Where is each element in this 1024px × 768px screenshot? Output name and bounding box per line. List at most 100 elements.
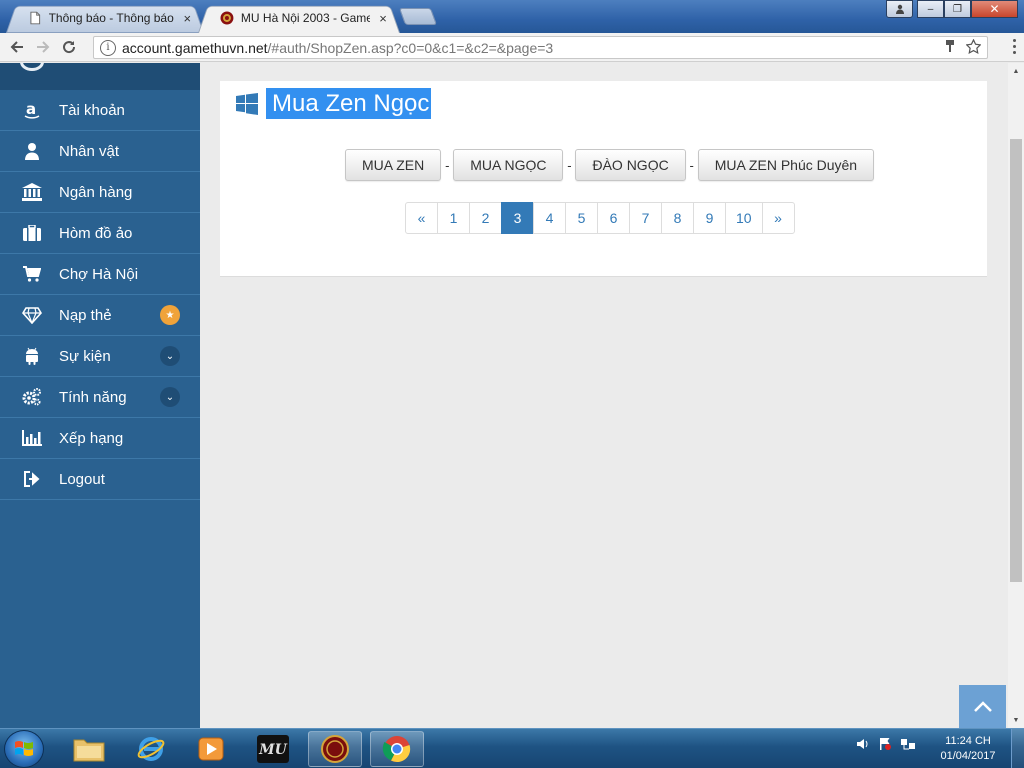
chrome-icon bbox=[382, 736, 411, 763]
reload-button[interactable] bbox=[56, 34, 82, 60]
pagination-page-2[interactable]: 2 bbox=[469, 202, 502, 234]
sidebar-item-label: Hòm đồ ảo bbox=[59, 224, 133, 242]
briefcase-icon bbox=[22, 223, 42, 243]
pagination-page-4[interactable]: 4 bbox=[533, 202, 566, 234]
pagination-page-6[interactable]: 6 bbox=[597, 202, 630, 234]
star-icon[interactable] bbox=[966, 39, 981, 54]
separator: - bbox=[567, 157, 572, 173]
chevron-up-icon bbox=[973, 701, 992, 712]
page-icon bbox=[30, 11, 41, 25]
system-tray bbox=[856, 737, 916, 751]
back-button[interactable] bbox=[4, 34, 30, 60]
bar-chart-icon bbox=[22, 428, 42, 448]
separator: - bbox=[689, 157, 694, 173]
star-badge-icon: ★ bbox=[160, 305, 180, 325]
sidebar-item-nap-the[interactable]: Nạp thẻ ★ bbox=[0, 295, 200, 336]
menu-kebab-icon[interactable] bbox=[1013, 39, 1016, 54]
mu-game-taskbar-button[interactable]: MU bbox=[246, 731, 300, 767]
sidebar-item-logout[interactable]: Logout bbox=[0, 459, 200, 500]
mua-zen-button[interactable]: MUA ZEN bbox=[345, 149, 442, 181]
reload-icon bbox=[63, 41, 76, 54]
android-icon bbox=[22, 346, 42, 366]
ie-taskbar-button[interactable] bbox=[124, 731, 178, 767]
browser-toolbar: i account.gamethuvn.net /#auth/ShopZen.a… bbox=[0, 33, 1024, 62]
tab-close-icon[interactable]: × bbox=[180, 11, 194, 26]
pagination-page-1[interactable]: 1 bbox=[437, 202, 470, 234]
media-player-taskbar-button[interactable] bbox=[184, 731, 238, 767]
vertical-scrollbar[interactable]: ▲ ▼ bbox=[1008, 63, 1024, 728]
key-icon[interactable] bbox=[944, 39, 956, 53]
new-tab-button[interactable] bbox=[398, 8, 438, 25]
folder-icon bbox=[73, 739, 105, 762]
internet-explorer-icon bbox=[137, 737, 165, 761]
tab-label: MU Hà Nội 2003 - Game bbox=[240, 11, 371, 25]
explorer-taskbar-button[interactable] bbox=[62, 731, 116, 767]
pagination-page-3-current[interactable]: 3 bbox=[501, 202, 534, 234]
forward-button[interactable] bbox=[30, 34, 56, 60]
address-host: account.gamethuvn.net bbox=[122, 39, 268, 56]
dao-ngoc-button[interactable]: ĐÀO NGỌC bbox=[575, 149, 686, 181]
sidebar-item-label: Nạp thẻ bbox=[59, 306, 112, 324]
maximize-button[interactable]: ❐ bbox=[944, 0, 971, 18]
tab-mu-ha-noi[interactable]: MU Hà Nội 2003 - Game × bbox=[198, 3, 400, 34]
arrow-left-icon bbox=[10, 41, 23, 53]
chevron-down-icon[interactable]: ⌄ bbox=[160, 346, 180, 366]
pagination-page-8[interactable]: 8 bbox=[661, 202, 694, 234]
sidebar-item-tai-khoan[interactable]: a Tài khoản bbox=[0, 90, 200, 131]
volume-icon[interactable] bbox=[856, 737, 870, 751]
action-center-flag-icon[interactable] bbox=[878, 737, 892, 751]
scrollbar-thumb[interactable] bbox=[1010, 139, 1022, 582]
back-to-top-button[interactable] bbox=[959, 685, 1006, 729]
windows-flag-icon bbox=[15, 741, 33, 756]
sidebar-item-cho-ha-noi[interactable]: Chợ Hà Nội bbox=[0, 254, 200, 295]
windows-logo-icon bbox=[236, 92, 258, 115]
sidebar-item-label: Xếp hạng bbox=[59, 429, 124, 447]
browser-titlebar: Thông báo - Thông báo × MU Hà Nội 2003 -… bbox=[0, 0, 1024, 34]
separator: - bbox=[445, 157, 450, 173]
system-clock[interactable]: 11:24 CH 01/04/2017 bbox=[930, 734, 1006, 764]
start-button[interactable] bbox=[4, 730, 44, 768]
sidebar-item-hom-do-ao[interactable]: Hòm đồ ảo bbox=[0, 213, 200, 254]
svg-text:a: a bbox=[26, 101, 36, 118]
sidebar-item-xep-hang[interactable]: Xếp hạng bbox=[0, 418, 200, 459]
sidebar-logo bbox=[0, 63, 200, 90]
close-window-button[interactable]: ✕ bbox=[971, 0, 1018, 18]
cart-icon bbox=[22, 264, 42, 284]
sidebar: a Tài khoản Nhân vật Ngân hàng Hòm đồ ảo… bbox=[0, 63, 200, 728]
minimize-button[interactable]: ‒ bbox=[917, 0, 944, 18]
pagination-page-9[interactable]: 9 bbox=[693, 202, 726, 234]
sidebar-menu: a Tài khoản Nhân vật Ngân hàng Hòm đồ ảo… bbox=[0, 90, 200, 500]
sidebar-item-su-kien[interactable]: Sự kiện ⌄ bbox=[0, 336, 200, 377]
pagination-page-7[interactable]: 7 bbox=[629, 202, 662, 234]
scroll-up-arrow-icon[interactable]: ▲ bbox=[1008, 63, 1024, 79]
clock-time: 11:24 CH bbox=[945, 735, 991, 747]
page-title: Mua Zen Ngọc bbox=[236, 88, 432, 119]
sidebar-item-label: Sự kiện bbox=[59, 347, 111, 365]
pagination-page-10[interactable]: 10 bbox=[725, 202, 763, 234]
sidebar-item-label: Logout bbox=[59, 470, 105, 488]
network-icon[interactable] bbox=[900, 737, 916, 751]
show-desktop-button[interactable] bbox=[1011, 729, 1024, 768]
mu-launcher-taskbar-button[interactable] bbox=[308, 731, 362, 767]
windows-taskbar: MU 11:24 CH 01/04/2017 bbox=[0, 728, 1024, 768]
sidebar-item-tinh-nang[interactable]: Tính năng ⌄ bbox=[0, 377, 200, 418]
sidebar-item-ngan-hang[interactable]: Ngân hàng bbox=[0, 172, 200, 213]
mu-game-icon: MU bbox=[257, 735, 289, 763]
info-icon[interactable]: i bbox=[100, 39, 116, 56]
mua-ngoc-button[interactable]: MUA NGỌC bbox=[453, 149, 564, 181]
scroll-down-arrow-icon[interactable]: ▼ bbox=[1008, 712, 1024, 728]
pagination-next[interactable]: » bbox=[761, 202, 795, 234]
address-bar[interactable]: i account.gamethuvn.net /#auth/ShopZen.a… bbox=[93, 36, 988, 59]
sidebar-item-label: Ngân hàng bbox=[59, 183, 133, 201]
pagination-page-5[interactable]: 5 bbox=[565, 202, 598, 234]
mua-zen-phuc-duyen-button[interactable]: MUA ZEN Phúc Duyên bbox=[697, 149, 875, 181]
sidebar-item-label: Tính năng bbox=[59, 388, 127, 406]
content-card: Mua Zen Ngọc MUA ZEN - MUA NGỌC - ĐÀO NG… bbox=[220, 81, 987, 277]
user-profile-icon[interactable] bbox=[886, 0, 913, 18]
sidebar-item-nhan-vat[interactable]: Nhân vật bbox=[0, 131, 200, 172]
chevron-down-icon[interactable]: ⌄ bbox=[160, 387, 180, 407]
tab-close-icon[interactable]: × bbox=[376, 11, 390, 26]
pagination-prev[interactable]: « bbox=[405, 202, 438, 234]
chrome-taskbar-button[interactable] bbox=[370, 731, 424, 767]
tab-thong-bao[interactable]: Thông báo - Thông báo × bbox=[6, 3, 204, 34]
